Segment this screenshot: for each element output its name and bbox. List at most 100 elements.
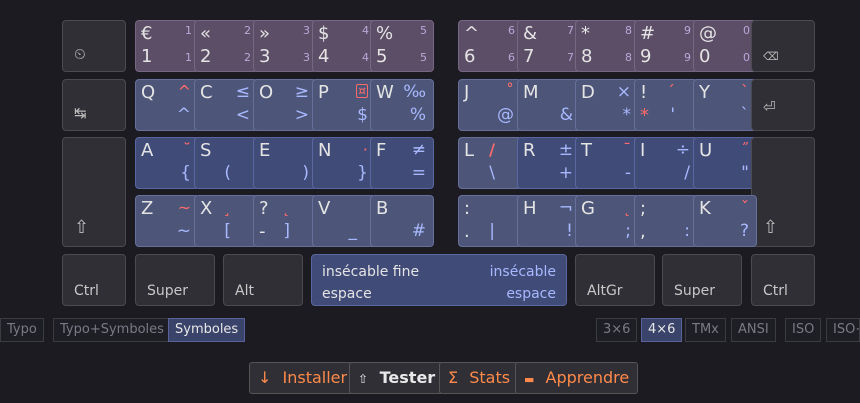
key-1-altgr-shift: 1 — [185, 24, 192, 37]
tab-geometry-4x6[interactable]: 4×6 — [641, 318, 683, 342]
key-question[interactable]: ? - ˛ ] — [253, 195, 317, 247]
key-7[interactable]: & 7 7 7 — [517, 20, 581, 72]
key-a[interactable]: A ˘ { — [135, 137, 199, 189]
key-3-shift: » — [259, 23, 271, 44]
key-0[interactable]: @ 0 0 0 — [693, 20, 757, 72]
key-9-base: 9 — [640, 46, 652, 67]
key-p[interactable]: P ¤ $ — [312, 79, 376, 131]
key-2[interactable]: « 2 2 2 — [194, 20, 258, 72]
key-8[interactable]: * 8 8 8 — [575, 20, 639, 72]
learn-button[interactable]: ▬ Apprendre — [515, 362, 639, 394]
key-e[interactable]: E ) — [253, 137, 317, 189]
key-colon[interactable]: : . | — [458, 195, 522, 247]
key-t[interactable]: T ¯ - — [575, 137, 639, 189]
key-1[interactable]: € 1 1 1 — [135, 20, 199, 72]
key-super-left[interactable]: Super — [135, 254, 215, 306]
tab-geometry-iso-plus[interactable]: ISO+ — [826, 318, 860, 342]
tab-geometry-3x6[interactable]: 3×6 — [596, 318, 638, 342]
key-e-symbol: ) — [302, 163, 309, 183]
key-v[interactable]: V _ — [312, 195, 376, 247]
key-v-label: V — [318, 198, 331, 219]
key-b[interactable]: B # — [370, 195, 434, 247]
key-k-symbol: ? — [739, 221, 749, 241]
key-f[interactable]: F ≠ = — [370, 137, 434, 189]
key-p-dead: ¤ — [356, 84, 368, 98]
key-x-dead: ¸ — [223, 198, 231, 217]
key-d[interactable]: D × * — [575, 79, 639, 131]
tab-geometry-iso[interactable]: ISO — [785, 318, 822, 342]
key-x[interactable]: X ¸ [ — [194, 195, 258, 247]
tab-geometry-tmx[interactable]: TMx — [685, 318, 726, 342]
key-m[interactable]: M & — [517, 79, 581, 131]
tab-geometry-ansi[interactable]: ANSI — [731, 318, 776, 342]
key-escape[interactable]: ⏲ — [62, 20, 126, 72]
key-4-altgr-shift: 4 — [362, 24, 369, 37]
tab-symboles[interactable]: Symboles — [168, 318, 246, 342]
key-enter[interactable]: ⏎ — [751, 79, 815, 131]
key-o[interactable]: O ≥ > — [253, 79, 317, 131]
key-super-right[interactable]: Super — [662, 254, 742, 306]
key-s[interactable]: S ( — [194, 137, 258, 189]
super-label: Super — [674, 283, 716, 299]
key-ctrl-right[interactable]: Ctrl — [751, 254, 815, 306]
key-6[interactable]: ^ 6 6 6 — [458, 20, 522, 72]
key-tab[interactable]: ↹ — [62, 79, 126, 131]
key-question-dead: ˛ — [282, 198, 290, 217]
tab-typo[interactable]: Typo — [0, 318, 44, 342]
key-4-base: 4 — [318, 46, 330, 67]
install-label: Installer — [282, 368, 348, 387]
key-h-label: H — [523, 198, 537, 219]
key-4[interactable]: $ 4 4 4 — [312, 20, 376, 72]
tab-typo-symboles[interactable]: Typo+Symboles — [53, 318, 171, 342]
key-3-base: 3 — [259, 46, 271, 67]
test-button[interactable]: ⇧ Tester — [349, 362, 445, 394]
key-g-label: G — [581, 198, 595, 219]
key-space[interactable]: insécable fine insécable espace espace — [311, 254, 567, 306]
escape-icon: ⏲ — [74, 45, 86, 63]
key-9[interactable]: # 9 9 9 — [634, 20, 698, 72]
key-j[interactable]: J ˚ @ — [458, 79, 522, 131]
key-5[interactable]: % 5 5 5 — [370, 20, 434, 72]
key-y-symbol: ` — [740, 105, 750, 125]
key-q[interactable]: Q ^ ^ — [135, 79, 199, 131]
key-9-shift: # — [640, 23, 656, 44]
key-ctrl-left[interactable]: Ctrl — [62, 254, 126, 306]
key-8-altgr: 8 — [625, 51, 632, 64]
key-r-label: R — [523, 140, 536, 161]
key-4-altgr: 4 — [362, 51, 369, 64]
key-k[interactable]: K ˇ ? — [693, 195, 757, 247]
key-shift-left[interactable]: ⇧ — [62, 137, 126, 247]
key-n[interactable]: N · } — [312, 137, 376, 189]
key-u[interactable]: U ˝ " — [693, 137, 757, 189]
key-y[interactable]: Y ` ` — [693, 79, 757, 131]
key-9-altgr: 9 — [684, 51, 691, 64]
key-g[interactable]: G ˛ ; — [575, 195, 639, 247]
ctrl-label: Ctrl — [763, 283, 788, 299]
install-button[interactable]: ↓ Installer — [249, 362, 357, 394]
key-c[interactable]: C ≤ < — [194, 79, 258, 131]
stats-button[interactable]: Σ Stats — [439, 362, 520, 394]
super-label: Super — [147, 283, 189, 299]
key-b-symbol: # — [411, 221, 426, 241]
key-p-label: P — [318, 82, 329, 103]
key-v-symbol: _ — [348, 221, 358, 241]
key-semicolon[interactable]: ; , : — [634, 195, 698, 247]
key-altgr[interactable]: AltGr — [575, 254, 655, 306]
key-alt[interactable]: Alt — [223, 254, 303, 306]
key-exclamation[interactable]: ! * ´ ' — [634, 79, 698, 131]
key-i[interactable]: I ÷ / — [634, 137, 698, 189]
key-backspace[interactable]: ⌫ — [751, 20, 815, 72]
key-r[interactable]: R ± + — [517, 137, 581, 189]
keyboard-icon: ▬ — [524, 373, 535, 386]
key-1-base: 1 — [141, 46, 153, 67]
key-1-altgr: 1 — [185, 51, 192, 64]
key-shift-right[interactable]: ⇧ — [751, 137, 815, 247]
key-h[interactable]: H ¬ ! — [517, 195, 581, 247]
key-l[interactable]: L / \ — [458, 137, 522, 189]
key-z[interactable]: Z ~ ~ — [135, 195, 199, 247]
key-7-altgr-shift: 7 — [567, 24, 574, 37]
key-w[interactable]: W ‰ % — [370, 79, 434, 131]
key-3[interactable]: » 3 3 3 — [253, 20, 317, 72]
key-g-dead: ˛ — [623, 198, 631, 217]
key-f-symbol-shift: ≠ — [411, 140, 426, 160]
